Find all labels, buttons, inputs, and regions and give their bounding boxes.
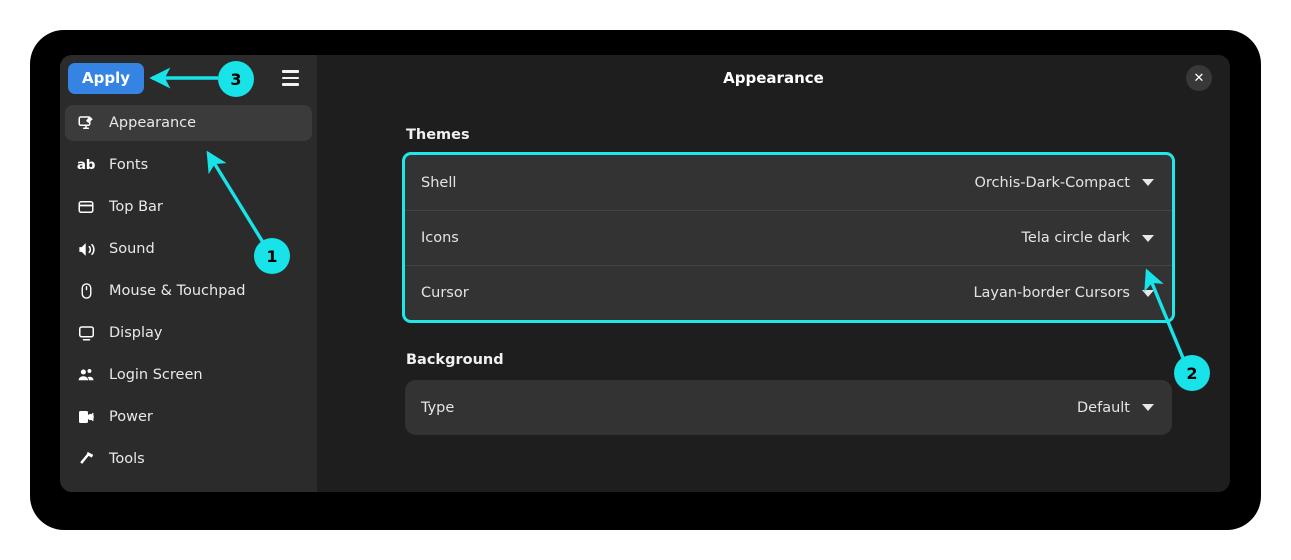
window-header: Appearance ✕ — [317, 55, 1230, 101]
sidebar-item-label: Fonts — [109, 157, 148, 173]
pref-value: Orchis-Dark-Compact — [974, 175, 1130, 191]
sidebar-item-appearance[interactable]: Appearance — [65, 105, 312, 141]
annotation-marker-label: 2 — [1186, 364, 1197, 383]
pref-label: Cursor — [421, 285, 469, 301]
settings-window: Apply Appearance ab Fonts — [60, 55, 1230, 492]
close-icon[interactable]: ✕ — [1186, 65, 1212, 91]
annotation-marker-1: 1 — [254, 238, 290, 274]
sidebar-item-label: Login Screen — [109, 367, 203, 383]
sidebar-item-label: Sound — [109, 241, 155, 257]
sound-speaker-icon — [75, 239, 97, 259]
background-group-card: Type Default — [405, 380, 1172, 435]
pref-label: Shell — [421, 175, 456, 191]
sidebar-nav-list: Appearance ab Fonts Top Bar — [60, 101, 317, 483]
settings-body: Themes Shell Orchis-Dark-Compact Icons T… — [317, 101, 1230, 435]
fonts-ab-icon: ab — [75, 155, 97, 175]
icons-theme-dropdown[interactable]: Tela circle dark — [1022, 230, 1154, 246]
chevron-down-icon — [1142, 404, 1154, 411]
chevron-down-icon — [1142, 290, 1154, 297]
sidebar: Apply Appearance ab Fonts — [60, 55, 317, 492]
pref-row-type[interactable]: Type Default — [405, 380, 1172, 435]
pref-value: Default — [1077, 400, 1130, 416]
pref-value: Layan-border Cursors — [973, 285, 1130, 301]
sidebar-item-label: Display — [109, 325, 162, 341]
pref-label: Type — [421, 400, 454, 416]
users-icon — [75, 365, 97, 385]
sidebar-item-tools[interactable]: Tools — [65, 441, 312, 477]
themes-group-card: Shell Orchis-Dark-Compact Icons Tela cir… — [405, 155, 1172, 320]
chevron-down-icon — [1142, 179, 1154, 186]
annotation-marker-label: 3 — [230, 70, 241, 89]
themes-section-title: Themes — [406, 127, 1172, 143]
sidebar-item-mouse-touchpad[interactable]: Mouse & Touchpad — [65, 273, 312, 309]
background-section: Background Type Default — [405, 352, 1172, 435]
sidebar-item-fonts[interactable]: ab Fonts — [65, 147, 312, 183]
sidebar-item-top-bar[interactable]: Top Bar — [65, 189, 312, 225]
pref-row-icons[interactable]: Icons Tela circle dark — [405, 210, 1172, 265]
annotation-marker-3: 3 — [218, 61, 254, 97]
top-bar-icon — [75, 197, 97, 217]
pref-value: Tela circle dark — [1022, 230, 1130, 246]
content-area: Appearance ✕ Themes Shell Orchis-Dark-Co… — [317, 55, 1230, 492]
shell-theme-dropdown[interactable]: Orchis-Dark-Compact — [974, 175, 1154, 191]
annotation-marker-label: 1 — [266, 247, 277, 266]
power-plug-icon — [75, 407, 97, 427]
annotation-marker-2: 2 — [1174, 355, 1210, 391]
apply-button[interactable]: Apply — [68, 63, 144, 94]
themes-section: Themes Shell Orchis-Dark-Compact Icons T… — [405, 127, 1172, 320]
pref-label: Icons — [421, 230, 459, 246]
sidebar-item-label: Power — [109, 409, 153, 425]
hammer-tools-icon — [75, 449, 97, 469]
sidebar-item-label: Tools — [109, 451, 145, 467]
page-title: Appearance — [723, 69, 824, 87]
pref-row-cursor[interactable]: Cursor Layan-border Cursors — [405, 265, 1172, 320]
hamburger-menu-icon[interactable] — [275, 63, 305, 93]
cursor-theme-dropdown[interactable]: Layan-border Cursors — [973, 285, 1154, 301]
sidebar-header: Apply — [60, 55, 317, 101]
sidebar-item-label: Top Bar — [109, 199, 163, 215]
background-section-title: Background — [406, 352, 1172, 368]
pref-row-shell[interactable]: Shell Orchis-Dark-Compact — [405, 155, 1172, 210]
appearance-icon — [75, 113, 97, 133]
sidebar-item-label: Mouse & Touchpad — [109, 283, 245, 299]
mouse-icon — [75, 281, 97, 301]
sidebar-item-login-screen[interactable]: Login Screen — [65, 357, 312, 393]
sidebar-item-power[interactable]: Power — [65, 399, 312, 435]
chevron-down-icon — [1142, 235, 1154, 242]
sidebar-item-display[interactable]: Display — [65, 315, 312, 351]
background-type-dropdown[interactable]: Default — [1077, 400, 1154, 416]
display-monitor-icon — [75, 323, 97, 343]
sidebar-item-label: Appearance — [109, 115, 196, 131]
